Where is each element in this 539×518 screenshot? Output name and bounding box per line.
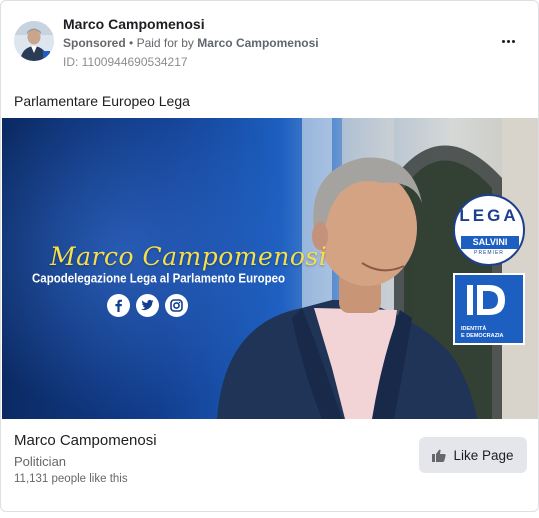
- id-logo-caption: IDENTITÀ E DEMOCRAZIA: [461, 326, 504, 339]
- like-page-label: Like Page: [453, 447, 514, 463]
- post-text: Parlamentare Europeo Lega: [14, 93, 190, 109]
- ad-card: Marco Campomenosi Sponsored • Paid for b…: [0, 0, 539, 512]
- more-horizontal-icon: [501, 39, 505, 43]
- avatar[interactable]: [14, 21, 54, 61]
- page-likes-count: 11,131 people like this: [14, 473, 128, 485]
- creative-subtitle: Capodelegazione Lega al Parlamento Europ…: [32, 272, 286, 286]
- meta-separator: •: [129, 36, 134, 50]
- twitter-icon: [136, 294, 159, 317]
- ad-header: Marco Campomenosi Sponsored • Paid for b…: [1, 1, 538, 81]
- facebook-icon: [107, 294, 130, 317]
- lega-salvini-logo: LEGA SALVINI PREMIER: [453, 194, 525, 266]
- creative-name-script: Marco Campomenosi: [50, 242, 328, 271]
- lega-logo-sub: PREMIER: [474, 250, 504, 256]
- id-logo-mark: [467, 285, 505, 315]
- page-name[interactable]: Marco Campomenosi: [14, 432, 157, 449]
- lega-logo-banner: SALVINI: [461, 236, 519, 249]
- payer-name[interactable]: Marco Campomenosi: [197, 36, 318, 50]
- paid-for-prefix: Paid for by: [136, 36, 194, 50]
- advertiser-name[interactable]: Marco Campomenosi: [63, 16, 205, 32]
- more-options-button[interactable]: [496, 31, 520, 51]
- avatar-image: [14, 21, 54, 61]
- instagram-icon: [165, 294, 188, 317]
- identita-democrazia-logo: IDENTITÀ E DEMOCRAZIA: [453, 273, 525, 345]
- page-category: Politician: [14, 454, 67, 469]
- sponsored-label: Sponsored: [63, 36, 126, 50]
- ad-creative-image[interactable]: Marco Campomenosi Capodelegazione Lega a…: [2, 118, 538, 419]
- social-icons: [107, 294, 188, 317]
- sponsored-meta: Sponsored • Paid for by Marco Campomenos…: [63, 36, 319, 50]
- thumbs-up-icon: [432, 449, 447, 462]
- lega-logo-word: LEGA: [459, 206, 519, 225]
- ad-id: ID: 1100944690534217: [63, 55, 188, 69]
- like-page-button[interactable]: Like Page: [419, 437, 527, 473]
